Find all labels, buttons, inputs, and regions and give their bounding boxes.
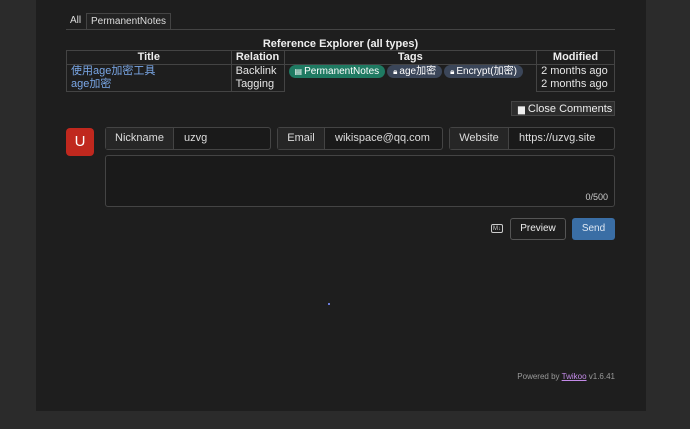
column-tags: Tags — [283, 50, 538, 65]
preview-button[interactable]: Preview — [510, 218, 566, 240]
lock-icon: 🔒︎ — [450, 67, 455, 76]
tab-bar: All PermanentNotes — [66, 13, 615, 30]
lock-icon: 🔒︎ — [393, 67, 398, 76]
email-input[interactable]: wikispace@qq.com — [325, 128, 442, 149]
tag-permanent-notes[interactable]: ▤ PermanentNotes — [288, 65, 386, 78]
website-field: Website https://uzvg.site — [449, 127, 615, 150]
notes-icon: ▤ — [294, 67, 303, 76]
nickname-input[interactable]: uzvg — [174, 128, 270, 149]
nickname-field: Nickname uzvg — [105, 127, 271, 150]
column-title: Title — [66, 50, 232, 65]
nickname-label: Nickname — [106, 128, 174, 149]
loading-dot — [328, 303, 330, 305]
row-modified: 2 months ago — [536, 78, 615, 92]
tag-age-encrypt[interactable]: 🔒︎ age加密 — [387, 65, 443, 78]
website-label: Website — [450, 128, 509, 149]
row-modified: 2 months ago — [536, 64, 615, 78]
close-comments-button[interactable]: ▆ Close Comments — [511, 101, 615, 116]
email-label: Email — [278, 128, 325, 149]
row-title-link[interactable]: 使用age加密工具 — [71, 65, 155, 77]
reference-table: Title Relation Tags Modified 使用age加密工具 B… — [66, 50, 615, 92]
column-relation: Relation — [230, 50, 285, 65]
reference-explorer-title: Reference Explorer (all types) — [262, 38, 419, 50]
table-header-row: Title Relation Tags Modified — [66, 50, 615, 65]
char-counter: 0/500 — [585, 192, 608, 202]
row-tags: ▤ PermanentNotes 🔒︎ age加密 🔒︎ Encrypt(加密) — [283, 64, 538, 92]
avatar: U — [66, 128, 94, 156]
row-title-link[interactable]: age加密 — [71, 78, 111, 90]
comment-icon: ▆ — [518, 104, 525, 114]
website-input[interactable]: https://uzvg.site — [509, 128, 614, 149]
send-button[interactable]: Send — [572, 218, 615, 240]
row-relation: Tagging — [230, 78, 285, 92]
twikoo-link[interactable]: Twikoo — [562, 372, 587, 381]
table-row: 使用age加密工具 Backlink ▤ PermanentNotes 🔒︎ age加… — [66, 64, 615, 92]
markdown-icon[interactable]: M↓ — [491, 224, 503, 233]
row-relation: Backlink — [230, 64, 285, 78]
comment-textarea[interactable]: 0/500 — [105, 155, 615, 207]
tag-encrypt[interactable]: 🔒︎ Encrypt(加密) — [444, 65, 523, 78]
powered-by: Powered by Twikoo v1.6.41 — [517, 372, 615, 381]
email-field: Email wikispace@qq.com — [277, 127, 443, 150]
column-modified: Modified — [536, 50, 615, 65]
tab-all[interactable]: All — [66, 13, 85, 28]
tab-permanent-notes[interactable]: PermanentNotes — [86, 13, 172, 29]
